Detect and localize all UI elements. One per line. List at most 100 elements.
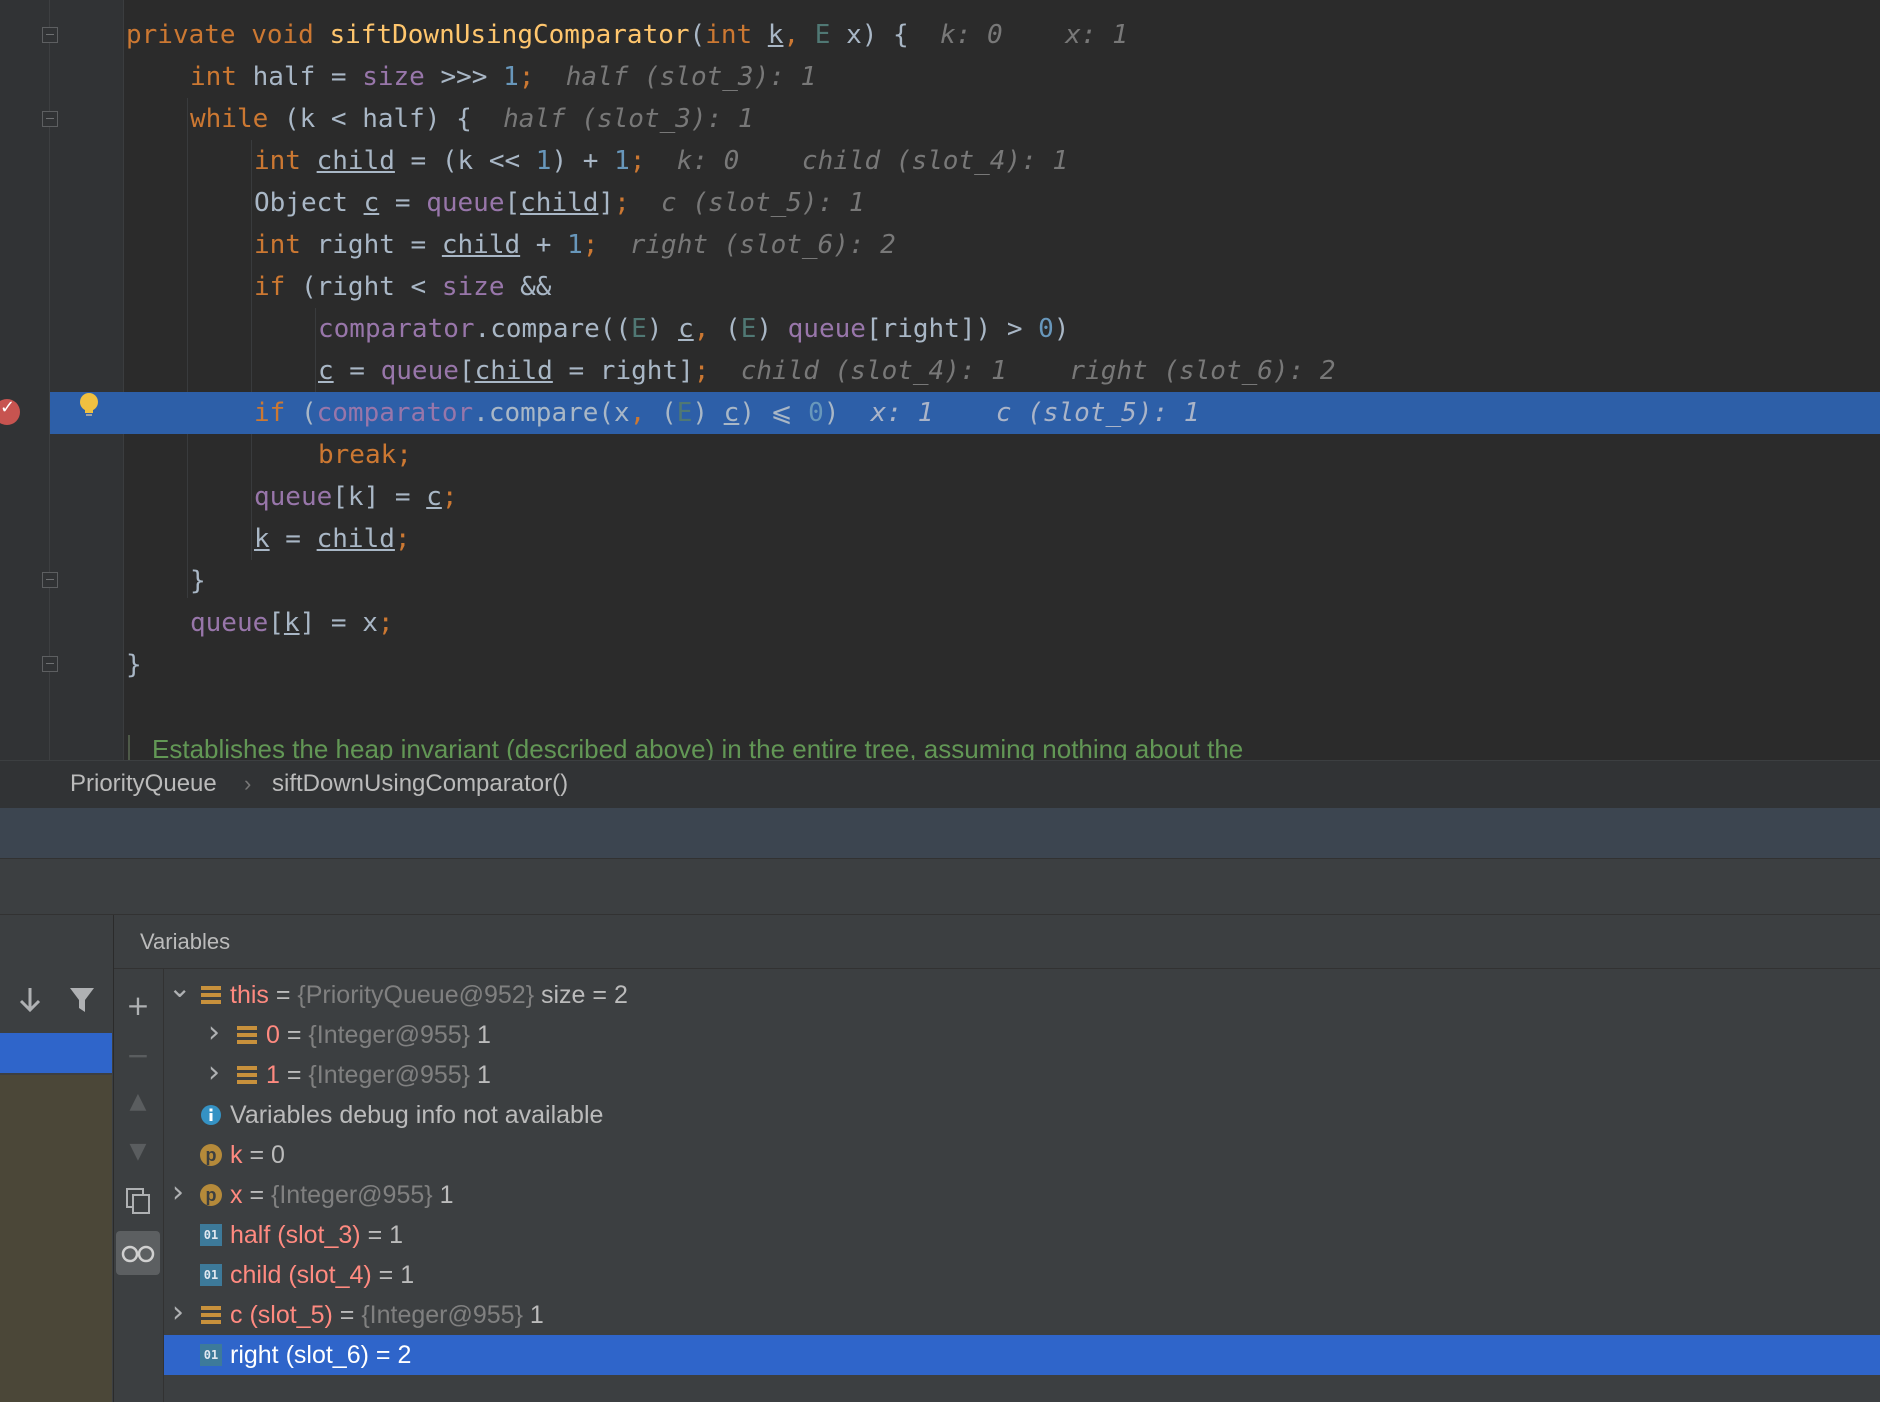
code-token: Object [254, 188, 364, 218]
code-token: private void [126, 20, 330, 50]
frame-item-selected[interactable] [0, 1033, 112, 1073]
variable-value: 2 [397, 1341, 412, 1369]
code-token: queue [426, 188, 505, 218]
code-text: queue[k] = x; [190, 602, 394, 644]
variable-value: 0 [271, 1141, 285, 1169]
code-token: k [767, 20, 784, 50]
code-line[interactable]: Object c = queue[child]; c (slot_5): 1 [0, 182, 1880, 224]
variable-name: half (slot_3) [230, 1221, 361, 1249]
code-token: ; [614, 188, 630, 218]
variable-text: right (slot_6) = 2 [230, 1341, 412, 1369]
variable-row[interactable]: ⌄ this = {PriorityQueue@952} size = 2 [164, 974, 1880, 1015]
inline-debug-value: x: 1 c (slot_5): 1 [839, 398, 1200, 428]
code-token: .compare(x [473, 398, 630, 428]
copy-icon[interactable] [116, 1179, 160, 1223]
code-line[interactable]: break; [0, 434, 1880, 476]
chevron-down-icon[interactable]: ⌄ [168, 974, 191, 1015]
glasses-glyph-icon [121, 1245, 155, 1263]
breadcrumb-class[interactable]: PriorityQueue [70, 761, 217, 807]
add-watch-icon[interactable]: + [116, 983, 160, 1027]
code-token: ) [823, 398, 840, 428]
chevron-right-icon[interactable]: › [204, 1015, 224, 1055]
breadcrumb: PriorityQueue › siftDownUsingComparator(… [0, 760, 1880, 808]
field-icon [237, 1026, 257, 1044]
code-line[interactable]: queue[k] = x; [0, 602, 1880, 644]
code-line[interactable]: int child = (k << 1) + 1; k: 0 child (sl… [0, 140, 1880, 182]
code-line[interactable]: while (k < half) { half (slot_3): 1 [0, 98, 1880, 140]
variable-text: x = {Integer@955} 1 [230, 1181, 454, 1209]
code-editor[interactable]: private void siftDownUsingComparator(int… [0, 0, 1880, 760]
inline-debug-value: c (slot_5): 1 [629, 188, 865, 218]
variables-panel-title: Variables [114, 915, 1880, 969]
code-line[interactable]: } [0, 560, 1880, 602]
variable-row[interactable]: 01 right (slot_6) = 2 [164, 1335, 1880, 1375]
filter-icon[interactable] [68, 985, 96, 1015]
code-token: k [254, 524, 270, 554]
code-token: queue [787, 314, 866, 344]
code-token: k [283, 608, 300, 638]
primitive-icon: 01 [200, 1224, 222, 1246]
frame-list[interactable] [0, 1075, 112, 1402]
code-line[interactable]: if (right < size && [0, 266, 1880, 308]
variable-row[interactable]: 01 child (slot_4) = 1 [164, 1255, 1880, 1295]
arrow-down-icon[interactable] [16, 985, 44, 1015]
code-token: size [362, 62, 425, 92]
move-up-icon[interactable]: ▲ [116, 1079, 160, 1123]
watches-glasses-icon[interactable] [116, 1231, 160, 1275]
code-line[interactable]: int half = size >>> 1; half (slot_3): 1 [0, 56, 1880, 98]
code-token: , [693, 314, 726, 344]
code-token: right = [316, 230, 442, 260]
variable-text: 1 = {Integer@955} 1 [266, 1061, 491, 1089]
code-token: } [190, 566, 206, 596]
variable-row[interactable]: Variables debug info not available [164, 1095, 1880, 1135]
code-token: ) [1053, 314, 1070, 344]
variable-row[interactable]: › 0 = {Integer@955} 1 [164, 1015, 1880, 1055]
variables-tree[interactable]: ⌄ this = {PriorityQueue@952} size = 2 › 0 =… [164, 969, 1880, 1402]
code-token: E [676, 398, 693, 428]
code-token: x) { [846, 20, 909, 50]
code-token: ( [300, 398, 317, 428]
code-token: ; [377, 608, 394, 638]
chevron-right-icon[interactable]: › [168, 1175, 188, 1215]
code-line[interactable]: queue[k] = c; [0, 476, 1880, 518]
breadcrumb-method[interactable]: siftDownUsingComparator() [272, 761, 568, 807]
code-token: half = [252, 62, 363, 92]
variable-row[interactable]: › 1 = {Integer@955} 1 [164, 1055, 1880, 1095]
code-line[interactable]: c = queue[child = right]; child (slot_4)… [0, 350, 1880, 392]
variable-row[interactable]: 01 half (slot_3) = 1 [164, 1215, 1880, 1255]
code-token: int [705, 20, 768, 50]
code-line[interactable]: } [0, 644, 1880, 686]
chevron-right-icon[interactable]: › [168, 1295, 188, 1335]
chevron-right-icon[interactable]: › [204, 1055, 224, 1095]
variable-name: this [230, 981, 269, 1009]
code-text: int half = size >>> 1; half (slot_3): 1 [190, 56, 816, 98]
code-line[interactable]: private void siftDownUsingComparator(int… [0, 14, 1880, 56]
code-line-current[interactable]: if (comparator.compare(x, (E) c) ⩽ 0) x:… [50, 392, 1880, 434]
inline-debug-value: child (slot_4): 1 right (slot_6): 2 [709, 356, 1336, 386]
variable-value: 1 [400, 1261, 415, 1289]
lightbulb-icon[interactable] [78, 392, 100, 418]
variable-row[interactable]: › c (slot_5) = {Integer@955} 1 [164, 1295, 1880, 1335]
code-line[interactable]: int right = child + 1; right (slot_6): 2 [0, 224, 1880, 266]
field-icon [201, 1306, 221, 1324]
variable-row[interactable]: p k = 0 [164, 1135, 1880, 1175]
move-down-icon[interactable]: ▼ [116, 1129, 160, 1173]
code-token: ( [725, 314, 741, 344]
variable-text: 0 = {Integer@955} 1 [266, 1021, 491, 1049]
code-line[interactable]: k = child; [0, 518, 1880, 560]
info-icon [201, 1105, 221, 1125]
code-token: int [190, 62, 253, 92]
remove-watch-icon[interactable]: − [116, 1033, 160, 1077]
variable-row[interactable]: › p x = {Integer@955} 1 [164, 1175, 1880, 1215]
variable-value: 1 [439, 1181, 454, 1209]
code-token: c [318, 356, 334, 386]
code-token: ; [629, 146, 646, 176]
variable-value: 1 [389, 1221, 404, 1249]
variable-value: Variables debug info not available [230, 1101, 604, 1129]
variables-toolbar: + − ▲ ▼ [114, 969, 164, 1402]
debugger-panel: Variables + − ▲ ▼ ⌄ this = {PriorityQueue… [0, 914, 1880, 1402]
code-token: child [520, 188, 599, 218]
code-line[interactable]: comparator.compare((E) c, (E) queue[righ… [0, 308, 1880, 350]
frames-panel [0, 915, 114, 1402]
code-token: E [740, 314, 757, 344]
